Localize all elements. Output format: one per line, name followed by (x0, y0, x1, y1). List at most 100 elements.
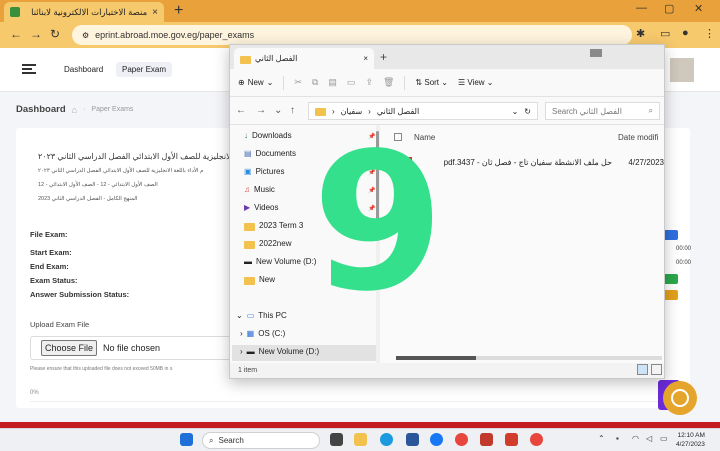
chevron-down-icon: ⌄ (266, 78, 274, 87)
close-window-button[interactable]: ✕ (694, 2, 703, 15)
forward-icon[interactable]: → (256, 105, 266, 116)
exam-title-line: الانجليزية للصف الأول الابتدائي الفصل ال… (38, 152, 233, 161)
user-avatar[interactable] (670, 58, 694, 82)
back-icon[interactable]: ← (10, 27, 22, 41)
browser-tab[interactable]: منصة الاختبارات الالكترونية لابنائنا × (4, 2, 164, 22)
exam-title-line: م الأداء باللغة الانجليزية للصف الأول ال… (38, 168, 204, 174)
sidebar-label: OS (C:) (258, 329, 286, 338)
windows-start-icon[interactable] (180, 433, 193, 446)
sidebar-label: Music (254, 185, 275, 194)
close-explorer-tab-icon[interactable]: × (363, 54, 368, 63)
up-icon[interactable]: ↑ (290, 105, 295, 116)
explorer-search-box[interactable]: Search الفصل الثاني ⌕ (545, 102, 660, 120)
nav-dashboard-link[interactable]: Dashboard (58, 62, 109, 77)
sidebar-label: This PC (258, 311, 287, 320)
back-icon[interactable]: ← (236, 105, 246, 116)
refresh-icon[interactable]: ↻ (524, 107, 531, 116)
browser-menu-icon[interactable]: ⋮ (704, 27, 715, 40)
file-explorer-icon[interactable] (354, 433, 367, 446)
mail-icon[interactable] (480, 433, 493, 446)
paste-icon[interactable]: ▤ (328, 77, 337, 88)
chrome-profile-icon[interactable] (530, 433, 543, 446)
copy-icon[interactable]: ⧉ (312, 77, 318, 88)
sidebar-item-downloads[interactable]: ↓ Downloads (244, 131, 292, 140)
battery-icon[interactable]: ▭ (660, 434, 668, 443)
field-start-exam: Start Exam: (30, 248, 72, 257)
reload-icon[interactable]: ↻ (50, 27, 60, 41)
sidebar-item-music[interactable]: ♫ Music (244, 185, 275, 194)
taskbar-search-label: Search (218, 436, 244, 445)
explorer-tab[interactable]: الفصل الثاني × (234, 48, 374, 69)
delete-icon[interactable]: 🗑 (383, 77, 394, 88)
minimize-window-button[interactable]: — (636, 2, 647, 14)
field-answer-submission-status: Answer Submission Status: (30, 290, 130, 299)
app-icon[interactable] (505, 433, 518, 446)
choose-file-button[interactable]: Choose File (41, 340, 98, 356)
new-button[interactable]: ⊕ New ⌄ (238, 78, 273, 87)
no-file-text: No file chosen (103, 343, 161, 353)
cut-icon[interactable]: ✂ (294, 77, 302, 88)
sidebar-item-pictures[interactable]: ▣ Pictures (244, 167, 284, 176)
details-view-button[interactable] (637, 364, 648, 375)
chat-icon (671, 389, 689, 407)
sidebar-label: 2022new (259, 239, 292, 248)
folder-icon (240, 55, 251, 64)
taskbar-search[interactable]: ⌕ Search (202, 432, 320, 449)
scrollbar-thumb[interactable] (396, 356, 476, 360)
sidebar-label: 2023 Term 3 (259, 221, 304, 230)
nav-paper-exam-link[interactable]: Paper Exam (116, 62, 173, 77)
rename-icon[interactable]: ▭ (347, 77, 356, 88)
sidebar-label: Videos (254, 203, 279, 212)
explorer-new-tab-button[interactable]: + (380, 50, 387, 64)
exam-title-line: المنهج الكامل - الفصل الدراسي الثاني 202… (38, 196, 138, 202)
messenger-icon[interactable] (430, 433, 443, 446)
clock-time: 12:10 AM (677, 432, 705, 439)
maximize-window-button[interactable]: ▢ (664, 2, 674, 15)
site-info-icon[interactable]: ⚙ (82, 31, 89, 40)
sidebar-item-2022new[interactable]: 2022new (244, 239, 292, 249)
tray-chevron-icon[interactable]: ⌃ (598, 434, 605, 443)
recent-chevron-icon[interactable]: ⌄ (274, 105, 282, 116)
wifi-icon[interactable]: ◠ (632, 434, 639, 443)
sidebar-item-os-c[interactable]: › ▦ OS (C:) (240, 329, 285, 338)
sidebar-item-new-volume-d[interactable]: › ▬ New Volume (D:) (240, 347, 319, 356)
profile-avatar-icon[interactable]: ● (682, 27, 689, 39)
sort-button[interactable]: ⇅ Sort ⌄ (415, 78, 448, 87)
edge-icon[interactable] (380, 433, 393, 446)
tray-app-icon[interactable]: ▪ (616, 434, 619, 443)
sidebar-item-documents[interactable]: ▤ Documents (244, 149, 296, 158)
close-tab-icon[interactable]: × (152, 7, 158, 18)
breadcrumb-title[interactable]: Dashboard (16, 104, 66, 115)
store-icon[interactable] (406, 433, 419, 446)
sidebar-item-new[interactable]: New (244, 275, 276, 285)
chat-button[interactable] (663, 381, 697, 415)
omnibox[interactable]: ⚙ eprint.abroad.moe.gov.eg/paper_exams (72, 25, 632, 45)
sidebar-item-this-pc[interactable]: ⌄ ▭ This PC (236, 311, 287, 320)
share-icon[interactable]: ⇪ (365, 77, 373, 88)
search-icon: ⌕ (209, 435, 214, 445)
forward-icon[interactable]: → (30, 27, 42, 41)
volume-icon[interactable]: ◁ (646, 434, 652, 443)
task-view-icon[interactable] (330, 433, 343, 446)
taskbar-clock[interactable]: 12:10 AM 4/27/2023 (676, 431, 705, 449)
upload-note: Please ensure that this uploaded file do… (30, 366, 173, 372)
explorer-minimize-button[interactable] (590, 49, 602, 57)
new-tab-button[interactable]: + (174, 2, 183, 20)
file-list-hscrollbar[interactable] (396, 356, 662, 360)
field-exam-status: Exam Status: (30, 276, 78, 285)
computer-icon: ▭ (246, 311, 255, 320)
download-icon: ↓ (244, 131, 248, 140)
chrome-icon[interactable] (455, 433, 468, 446)
home-icon[interactable]: ⌂ (72, 105, 77, 115)
tiles-view-button[interactable] (651, 364, 662, 375)
sidebar-toggle-icon[interactable]: ▭ (660, 27, 670, 40)
extensions-icon[interactable]: ✱ (636, 27, 645, 40)
sidebar-item-2023-term-3[interactable]: 2023 Term 3 (244, 221, 304, 231)
sidebar-item-new-volume[interactable]: ▬ New Volume (D:) (244, 257, 316, 266)
view-button[interactable]: ☰ View ⌄ (458, 78, 494, 87)
column-date-modified[interactable]: Date modifi (618, 133, 658, 142)
path-chevron-icon[interactable]: ⌄ (512, 107, 519, 116)
sidebar-item-videos[interactable]: ▶ Videos (244, 203, 278, 212)
sidebar-label: New (259, 275, 276, 284)
menu-icon[interactable] (22, 64, 36, 74)
